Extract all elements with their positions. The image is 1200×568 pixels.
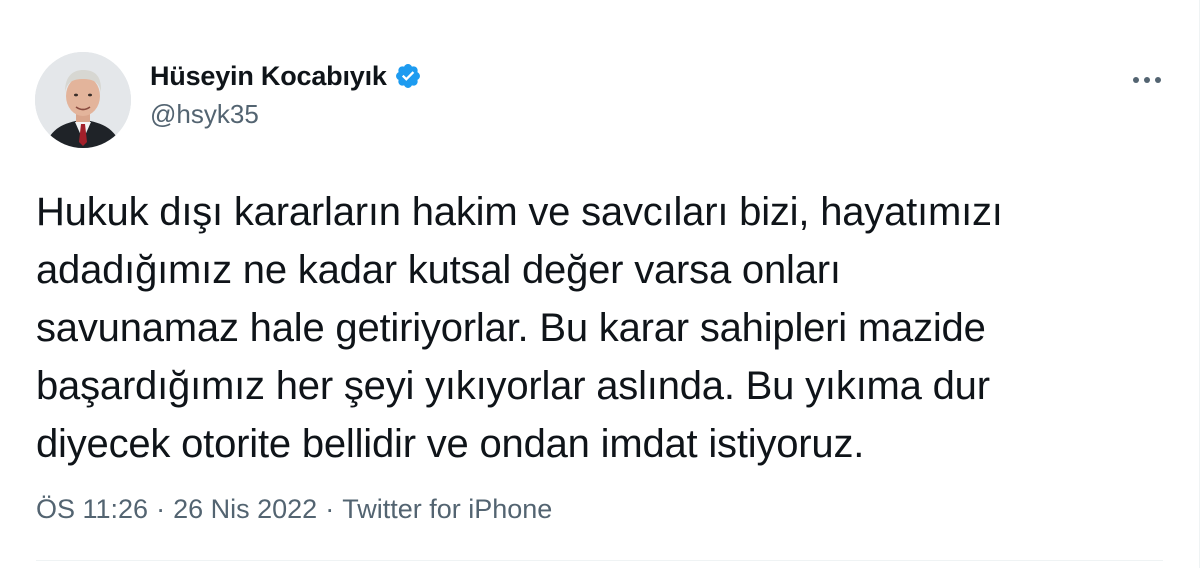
- author-name-row: Hüseyin Kocabıyık: [150, 58, 422, 94]
- author-block: Hüseyin Kocabıyık @hsyk35: [150, 58, 422, 130]
- meta-separator: ·: [156, 494, 166, 524]
- bottom-divider: [36, 560, 1163, 561]
- tweet-text-line: başardığımız her şeyi yıkıyorlar aslında…: [36, 364, 990, 408]
- tweet-text-line: diyecek otorite bellidir ve ondan imdat …: [36, 422, 865, 466]
- tweet-timestamp-link[interactable]: ÖS 11:26 · 26 Nis 2022: [36, 494, 317, 524]
- tweet-text-line: adadığımız ne kadar kutsal değer varsa o…: [36, 248, 841, 292]
- avatar[interactable]: [35, 52, 131, 148]
- more-options-button[interactable]: [1125, 62, 1169, 98]
- tweet-metadata: ÖS 11:26 · 26 Nis 2022 · Twitter for iPhone: [36, 494, 552, 525]
- tweet-source-link[interactable]: Twitter for iPhone: [342, 494, 552, 524]
- meta-separator: ·: [325, 494, 335, 524]
- tweet-time: ÖS 11:26: [36, 494, 149, 524]
- tweet-text: Hukuk dışı kararların hakim ve savcıları…: [36, 183, 1156, 473]
- tweet-text-line: savunamaz hale getiriyorlar. Bu karar sa…: [36, 306, 986, 350]
- author-display-name[interactable]: Hüseyin Kocabıyık: [150, 61, 387, 92]
- tweet-card: Hüseyin Kocabıyık @hsyk35 Hukuk dışı kar…: [0, 0, 1200, 568]
- more-horizontal-icon: [1132, 76, 1162, 84]
- avatar-image: [35, 52, 131, 148]
- tweet-date: 26 Nis 2022: [173, 494, 318, 524]
- verified-badge-icon: [394, 62, 422, 90]
- author-handle[interactable]: @hsyk35: [150, 99, 422, 130]
- tweet-text-line: Hukuk dışı kararların hakim ve savcıları…: [36, 190, 1003, 234]
